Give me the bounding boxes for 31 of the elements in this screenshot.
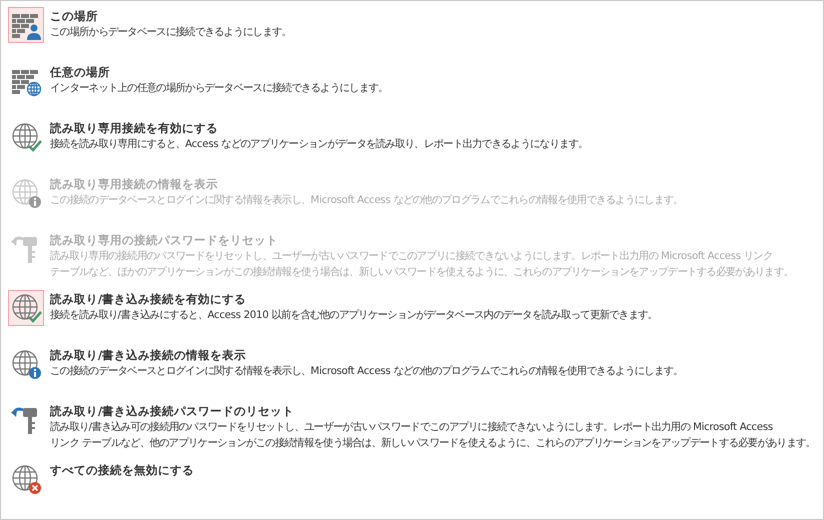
command-description: 接続を読み取り/書き込みにすると、Access 2010 以前を含む他のアプリケーションがデータベース内のデータを読み取って更新できます。 [50,308,658,323]
command-description: インターネット上の任意の場所からデータベースに接続できるようにします。 [50,81,388,96]
command-title: 読み取り専用接続を有効にする [50,120,219,136]
command-item[interactable]: 読み取り専用接続を有効にする 接続を読み取り専用にすると、Access などのアプリケーションがデータを読み取り、レポート出力できるようになります。 [6,116,823,168]
command-description: 接続を読み取り専用にすると、Access などのアプリケーションがデータを読み取り、レポート出力できるようになります。 [50,137,588,152]
command-title: 読み取り専用の接続パスワードをリセット [50,232,279,248]
globe-error-icon [10,463,42,495]
globe-check-icon [10,121,42,153]
globe-check-icon [10,292,42,324]
command-title: 読み取り/書き込み接続の情報を表示 [50,347,248,363]
command-description: この接続のデータベースとログインに関する情報を表示し、Microsoft Access などの他のプログラムでこれらの情報を使用できるようにします。 [50,364,683,379]
globe-info-icon [10,348,42,380]
command-item[interactable]: 読み取り/書き込み接続の情報を表示 この接続のデータベースとログインに関する情報を表示し、Microsoft Access などの他のプログラムでこれらの情報を使用できるようにします。 [6,343,823,395]
command-title: この場所 [50,8,99,24]
globe-info-icon [10,177,42,209]
command-item[interactable]: 任意の場所 インターネット上の任意の場所からデータベースに接続できるようにします。 [6,60,823,112]
command-title: すべての接続を無効にする [50,462,194,478]
command-title: 読み取り専用接続の情報を表示 [50,176,219,192]
command-description: 読み取り/書き込み可の接続用のパスワードをリセットし、ユーザーが古いパスワードでこのアプリに接続できないようにします。レポート出力用の Microsoft Access [50,420,774,435]
command-title: 読み取り/書き込み接続を有効にする [50,291,248,307]
command-description: テーブルなど、ほかのアプリケーションがこの接続情報を使う場合は、新しいパスワードを使えるように、これらのアプリケーションをアップデートする必要があります。 [50,265,794,280]
command-description: この場所からデータベースに接続できるようにします。 [50,25,292,40]
command-title: 読み取り/書き込み接続パスワードのリセット [50,403,296,419]
command-item[interactable]: 読み取り/書き込み接続パスワードのリセット 読み取り/書き込み可の接続用のパスワードをリセットし、ユーザーが古いパスワードでこのアプリに接続できないようにします。レポート出力用の Microsoft Access リンク テーブルなど、他のアプリケーションがこの接続情報を使う場合は、新しいパスワードを使えるように、これらのアプリケーションをアップデートする必要があります。 [6,399,823,454]
command-description: この接続のデータベースとログインに関する情報を表示し、Microsoft Access などの他のプログラムでこれらの情報を使用できるようにします。 [50,193,683,208]
command-item[interactable]: すべての接続を無効にする [6,458,823,500]
command-item[interactable]: 読み取り/書き込み接続を有効にする 接続を読み取り/書き込みにすると、Access 2010 以前を含む他のアプリケーションがデータベース内のデータを読み取って更新できます。 [6,287,823,339]
command-description: 読み取り専用の接続用のパスワードをリセットし、ユーザーが古いパスワードでこのアプリに接続できないようにします。レポート出力用の Microsoft Access リンク [50,249,774,264]
command-item[interactable]: この場所 この場所からデータベースに接続できるようにします。 [6,4,823,56]
command-title: 任意の場所 [50,64,111,80]
command-description: リンク テーブルなど、他のアプリケーションがこの接続情報を使う場合は、新しいパスワードを使えるように、これらのアプリケーションをアップデートする必要があります。 [50,436,816,451]
